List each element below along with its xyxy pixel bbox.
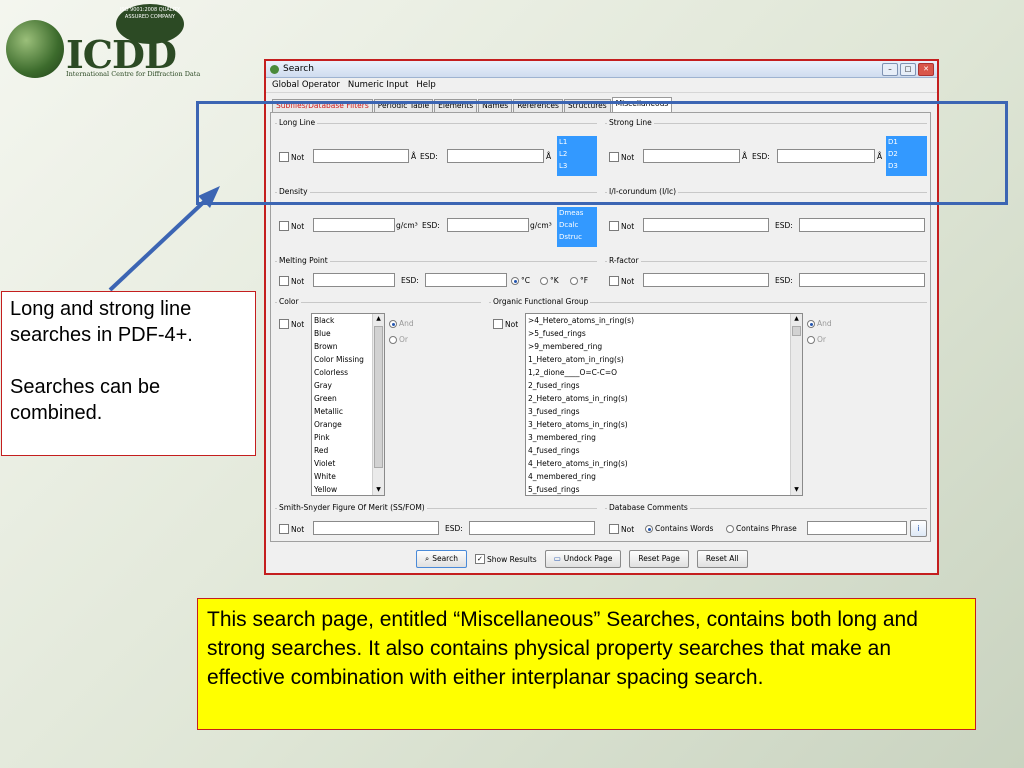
- bottom-callout: This search page, entitled “Miscellaneou…: [197, 598, 976, 730]
- app-icon: [270, 64, 279, 74]
- left-callout: Long and strong line searches in PDF-4+.…: [1, 291, 256, 456]
- melting-input[interactable]: [313, 273, 395, 287]
- list-item[interactable]: 5_fused_rings: [526, 483, 802, 495]
- list-item[interactable]: Dcalc: [559, 219, 597, 231]
- list-item[interactable]: 3_membered_ring: [526, 431, 802, 444]
- list-item[interactable]: 1_Hetero_atom_in_ring(s): [526, 353, 802, 366]
- info-icon[interactable]: i: [910, 520, 927, 537]
- esd-label: ESD:: [775, 221, 793, 230]
- contains-phrase-radio[interactable]: Contains Phrase: [726, 524, 797, 533]
- list-item[interactable]: 1,2_dione____O=C-C=O: [526, 366, 802, 379]
- list-item[interactable]: >9_membered_ring: [526, 340, 802, 353]
- menu-bar: Global Operator Numeric Input Help: [266, 78, 937, 93]
- melting-not-checkbox[interactable]: Not: [279, 276, 304, 286]
- dbcomments-input[interactable]: [807, 521, 907, 535]
- reset-page-button[interactable]: Reset Page: [629, 550, 689, 568]
- density-not-checkbox[interactable]: Not: [279, 221, 304, 231]
- window-icon: ▭: [553, 554, 561, 563]
- color-scrollbar[interactable]: ▲ ▼: [372, 314, 384, 495]
- gcm-label: g/cm³: [530, 221, 552, 230]
- list-item[interactable]: 3_fused_rings: [526, 405, 802, 418]
- list-item[interactable]: >5_fused_rings: [526, 327, 802, 340]
- list-item[interactable]: 2_fused_rings: [526, 379, 802, 392]
- melting-point-title: Melting Point: [277, 256, 330, 265]
- callout-text: Searches can be combined.: [10, 376, 161, 424]
- logo-tagline: International Centre for Diffraction Dat…: [66, 70, 201, 78]
- reset-all-button[interactable]: Reset All: [696, 550, 748, 568]
- globe-icon: [6, 20, 64, 78]
- rfactor-group: R-factor: [605, 256, 927, 265]
- minimize-button[interactable]: –: [882, 62, 898, 76]
- close-button[interactable]: ✕: [918, 62, 934, 76]
- icorundum-input[interactable]: [643, 218, 769, 232]
- dbcomments-title: Database Comments: [607, 503, 690, 512]
- list-item[interactable]: 4_Hetero_atoms_in_ring(s): [526, 457, 802, 470]
- rfactor-not-checkbox[interactable]: Not: [609, 276, 634, 286]
- title-bar: Search – □ ✕: [266, 61, 937, 78]
- maximize-button[interactable]: □: [900, 62, 916, 76]
- density-esd-input[interactable]: [447, 218, 529, 232]
- icdd-logo: ISO 9001:2008 QUALITY ASSURED COMPANY IC…: [4, 4, 200, 82]
- celsius-radio[interactable]: °C: [511, 276, 530, 285]
- ssfom-not-checkbox[interactable]: Not: [279, 524, 304, 534]
- list-item[interactable]: 4_fused_rings: [526, 444, 802, 457]
- list-item[interactable]: 3_Hetero_atoms_in_ring(s): [526, 418, 802, 431]
- menu-numeric-input[interactable]: Numeric Input: [348, 80, 409, 90]
- melting-esd-input[interactable]: [425, 273, 507, 287]
- window-title: Search: [283, 64, 314, 74]
- gcm-label: g/cm³: [396, 221, 418, 230]
- organic-not-checkbox[interactable]: Not: [493, 319, 518, 329]
- color-or-radio[interactable]: Or: [389, 335, 408, 344]
- rfactor-input[interactable]: [643, 273, 769, 287]
- ssfom-input[interactable]: [313, 521, 439, 535]
- color-and-radio[interactable]: And: [389, 319, 414, 328]
- density-input[interactable]: [313, 218, 395, 232]
- ssfom-group: Smith-Snyder Figure Of Merit (SS/FOM): [275, 503, 597, 512]
- ssfom-esd-input[interactable]: [469, 521, 595, 535]
- color-listbox[interactable]: Black Blue Brown Color Missing Colorless Gray…: [311, 313, 385, 496]
- search-icon: ⌕: [425, 554, 430, 563]
- esd-label: ESD:: [422, 221, 440, 230]
- organic-scrollbar[interactable]: ▲ ▼: [790, 314, 802, 495]
- organic-and-radio[interactable]: And: [807, 319, 832, 328]
- density-list[interactable]: Dmeas Dcalc Dstruc: [557, 207, 597, 247]
- organic-listbox[interactable]: >4_Hetero_atoms_in_ring(s) >5_fused_rings…: [525, 313, 803, 496]
- color-title: Color: [277, 297, 301, 306]
- list-item[interactable]: Dstruc: [559, 231, 597, 243]
- menu-help[interactable]: Help: [416, 80, 435, 90]
- menu-global-operator[interactable]: Global Operator: [272, 80, 340, 90]
- organic-title: Organic Functional Group: [491, 297, 591, 306]
- callout-text: Long and strong line searches in PDF-4+.: [10, 298, 193, 346]
- callout-text: This search page, entitled “Miscellaneou…: [207, 608, 918, 689]
- show-results-checkbox[interactable]: ✓ Show Results: [474, 554, 537, 564]
- rfactor-esd-input[interactable]: [799, 273, 925, 287]
- contains-words-radio[interactable]: Contains Words: [645, 524, 713, 533]
- icorundum-not-checkbox[interactable]: Not: [609, 221, 634, 231]
- esd-label: ESD:: [445, 524, 463, 533]
- dbcomments-not-checkbox[interactable]: Not: [609, 524, 634, 534]
- highlight-rectangle: [196, 101, 1008, 205]
- list-item[interactable]: >4_Hetero_atoms_in_ring(s): [526, 314, 802, 327]
- list-item[interactable]: Dmeas: [559, 207, 597, 219]
- button-bar: ⌕ Search ✓ Show Results ▭ Undock Page Reset…: [416, 550, 748, 568]
- esd-label: ESD:: [401, 276, 419, 285]
- organic-or-radio[interactable]: Or: [807, 335, 826, 344]
- list-item[interactable]: 2_Hetero_atoms_in_ring(s): [526, 392, 802, 405]
- color-group: Color: [275, 297, 481, 306]
- melting-point-group: Melting Point: [275, 256, 597, 265]
- rfactor-title: R-factor: [607, 256, 641, 265]
- organic-group: Organic Functional Group: [489, 297, 927, 306]
- search-button[interactable]: ⌕ Search: [416, 550, 467, 568]
- color-not-checkbox[interactable]: Not: [279, 319, 304, 329]
- kelvin-radio[interactable]: °K: [540, 276, 559, 285]
- fahrenheit-radio[interactable]: °F: [570, 276, 588, 285]
- list-item[interactable]: 4_membered_ring: [526, 470, 802, 483]
- esd-label: ESD:: [775, 276, 793, 285]
- icorundum-esd-input[interactable]: [799, 218, 925, 232]
- ssfom-title: Smith-Snyder Figure Of Merit (SS/FOM): [277, 503, 427, 512]
- dbcomments-group: Database Comments: [605, 503, 927, 512]
- undock-page-button[interactable]: ▭ Undock Page: [544, 550, 622, 568]
